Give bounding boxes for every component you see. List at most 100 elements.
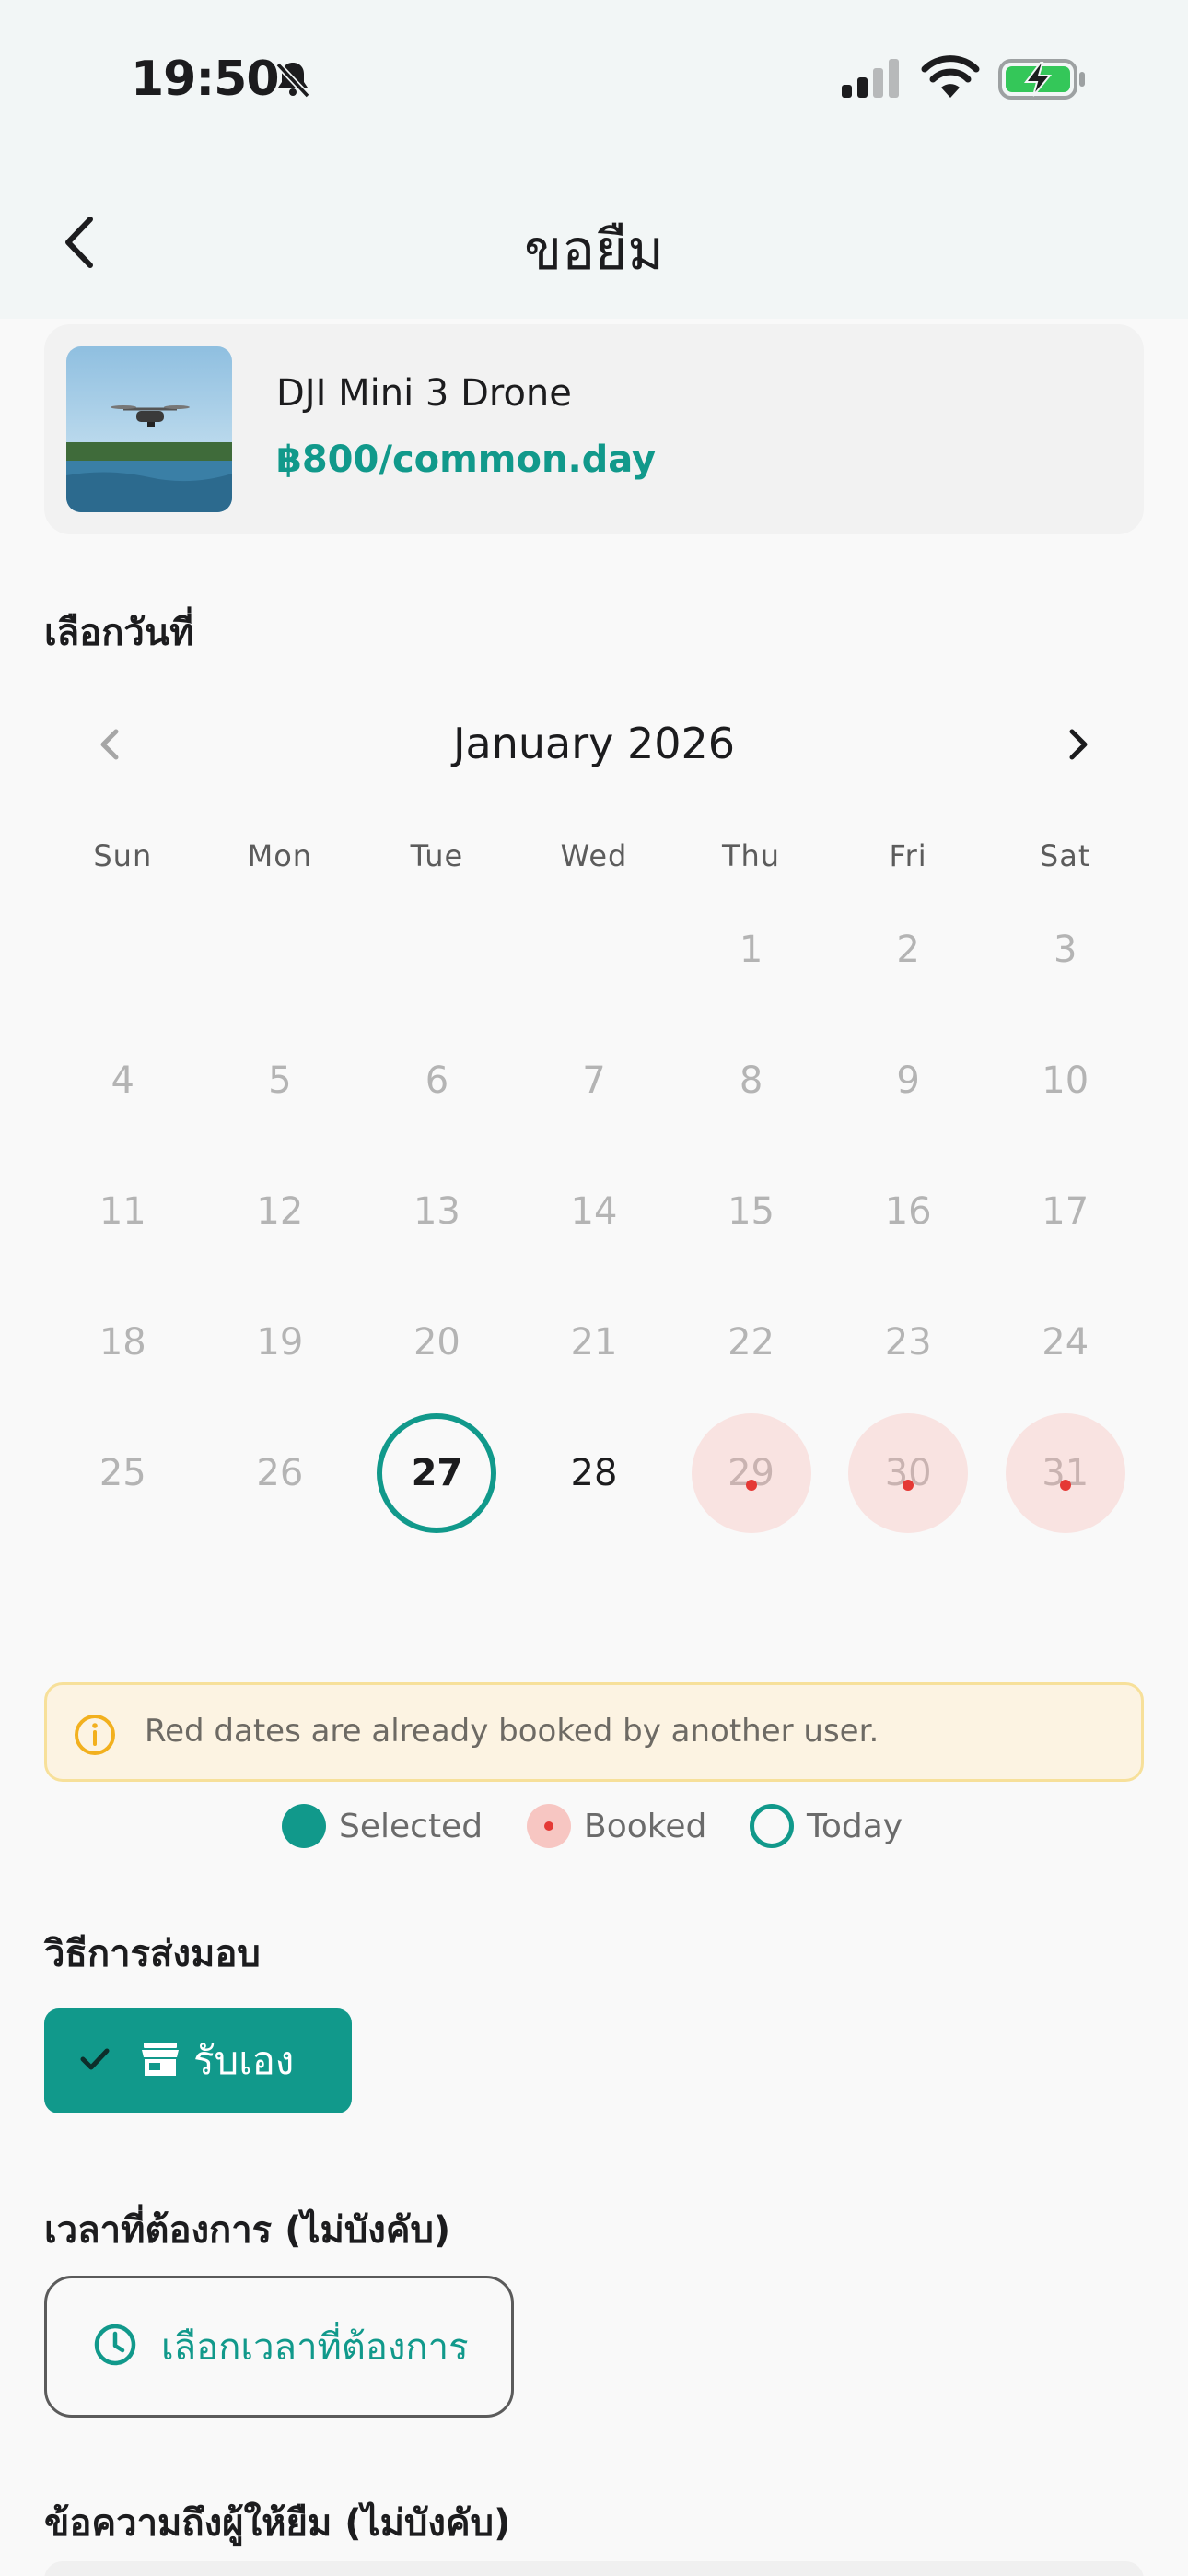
calendar-day-number: 22 [728,1321,775,1364]
calendar-day-past: 14 [534,1152,654,1271]
calendar-day-number: 20 [413,1321,460,1364]
calendar-day-past: 7 [534,1021,654,1141]
calendar-day-past: 1 [692,890,811,1010]
legend-today: Today [750,1804,903,1848]
calendar-day-past: 15 [692,1152,811,1271]
calendar-day-number: 24 [1042,1321,1089,1364]
calendar-day-past: 3 [1006,890,1125,1010]
calendar-day-number: 3 [1053,929,1077,971]
legend-today-label: Today [807,1807,903,1845]
calendar-day-number: 25 [99,1452,146,1494]
store-icon [140,2041,181,2081]
booked-swatch [527,1804,571,1848]
calendar-day-booked[interactable]: 29 [691,1413,811,1533]
calendar-day-past: 12 [220,1152,340,1271]
clock-icon [93,2323,137,2371]
pickup-option-label: รับเอง [193,2038,295,2083]
cellular-signal-icon [842,59,904,103]
weekday-label: Sat [1039,838,1091,873]
calendar-day-number: 6 [425,1060,449,1102]
calendar-day-past: 18 [63,1282,182,1402]
calendar-day-number: 14 [570,1190,618,1233]
calendar-day-number: 21 [570,1321,618,1364]
message-section-label: ข้อความถึงผู้ให้ยืม (ไม่บังคับ) [44,2502,511,2545]
legend-selected-label: Selected [339,1807,483,1845]
calendar-day-number: 10 [1042,1060,1089,1102]
select-time-button[interactable]: เลือกเวลาที่ต้องการ [44,2276,514,2418]
calendar-day-today[interactable]: 27 [377,1413,497,1533]
calendar-day-past: 8 [692,1021,811,1141]
calendar-day-number: 16 [884,1190,932,1233]
next-month-button[interactable] [1055,722,1100,767]
item-price: ฿800/common.day [276,439,657,481]
calendar-day-number: 1 [739,929,763,971]
legend-selected: Selected [282,1804,483,1848]
selected-swatch [282,1804,326,1848]
calendar-day-past: 24 [1006,1282,1125,1402]
item-thumbnail [66,346,232,512]
legend-booked-label: Booked [584,1807,707,1845]
calendar-day-past: 23 [848,1282,968,1402]
wifi-icon [921,55,980,103]
calendar-day-past: 26 [220,1413,340,1533]
calendar-day-past: 22 [692,1282,811,1402]
calendar-day-number: 2 [896,929,920,971]
booked-dot [745,1480,757,1491]
calendar-day-past: 11 [63,1152,182,1271]
calendar-day-number: 26 [256,1452,304,1494]
page-title: ขอยืม [524,218,664,283]
calendar-month-label: January 2026 [452,719,736,768]
calendar-day-booked[interactable]: 31 [1005,1413,1125,1533]
calendar-day-number: 18 [99,1321,146,1364]
today-swatch [750,1804,794,1848]
calendar-legend: Selected Booked Today [0,1804,1188,1856]
calendar-day-available[interactable]: 28 [534,1413,654,1533]
calendar-day-past: 10 [1006,1021,1125,1141]
calendar-day-number: 27 [411,1452,463,1494]
calendar-day-past: 2 [848,890,968,1010]
calendar-day-number: 23 [884,1321,932,1364]
calendar-day-number: 19 [256,1321,304,1364]
info-icon [73,1713,117,1761]
calendar-day-number: 17 [1042,1190,1089,1233]
item-card: DJI Mini 3 Drone ฿800/common.day [44,324,1144,534]
booked-dates-notice: Red dates are already booked by another … [44,1682,1144,1782]
nav-bar: ขอยืม [0,162,1188,319]
calendar-day-past: 4 [63,1021,182,1141]
calendar-day-past: 19 [220,1282,340,1402]
message-input[interactable] [44,2561,1144,2576]
calendar-day-number: 5 [268,1060,292,1102]
calendar-day-past: 13 [377,1152,496,1271]
calendar-day-number: 9 [896,1060,920,1102]
check-icon [77,2042,112,2080]
chevron-right-icon [1069,729,1088,760]
weekday-label: Mon [247,838,313,873]
notice-text: Red dates are already booked by another … [145,1713,879,1750]
weekday-label: Tue [410,838,464,873]
date-section-label: เลือกวันที่ [44,612,194,654]
select-time-label: เลือกเวลาที่ต้องการ [161,2326,469,2369]
calendar-day-past: 16 [848,1152,968,1271]
calendar-day-number: 28 [570,1452,618,1494]
calendar-day-number: 4 [111,1060,134,1102]
calendar-day-past: 25 [63,1413,182,1533]
status-time: 19:50 [131,52,280,107]
weekday-label: Wed [560,838,628,873]
calendar-day-past: 17 [1006,1152,1125,1271]
status-bar: 19:50 [0,0,1188,162]
calendar-day-number: 13 [413,1190,460,1233]
booked-dot [1059,1480,1071,1491]
calendar-day-booked[interactable]: 30 [848,1413,969,1533]
calendar-day-past: 6 [377,1021,496,1141]
calendar-day-past: 9 [848,1021,968,1141]
calendar-day-number: 12 [256,1190,304,1233]
legend-booked: Booked [527,1804,706,1848]
time-section-label: เวลาที่ต้องการ (ไม่บังคับ) [44,2209,451,2252]
weekday-label: Sun [93,838,153,873]
pickup-option-button[interactable]: รับเอง [44,2008,352,2113]
calendar-day-past: 5 [220,1021,340,1141]
weekday-label: Thu [721,838,781,873]
calendar-weekday-header: Sun Mon Tue Wed Thu Fri Sat [44,838,1144,873]
battery-charging-icon [998,57,1087,105]
calendar-day-past: 20 [377,1282,496,1402]
